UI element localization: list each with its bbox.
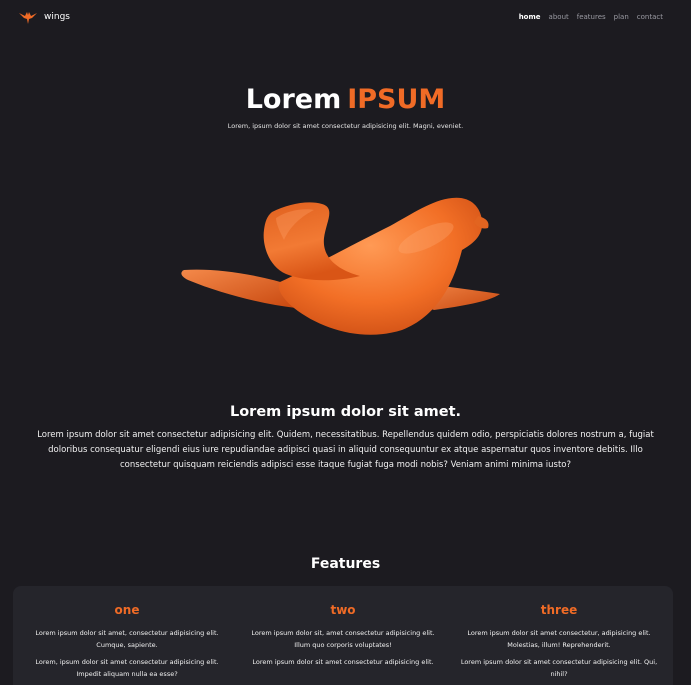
nav-link-contact[interactable]: contact [637, 13, 663, 21]
nav-links: home about features plan contact [519, 13, 663, 21]
features-panel: one Lorem ipsum dolor sit amet, consecte… [13, 586, 673, 685]
nav-link-features[interactable]: features [577, 13, 606, 21]
nav-link-plan[interactable]: plan [614, 13, 629, 21]
feature-text: Lorem ipsum dolor sit amet, consectetur … [35, 629, 219, 649]
feature-name: one [114, 603, 140, 617]
feature-card-three: three Lorem ipsum dolor sit amet consect… [459, 586, 659, 685]
feature-name: two [330, 603, 356, 617]
brand[interactable]: wings [18, 9, 70, 25]
features-title: Features [310, 556, 381, 572]
feature-text: Lorem ipsum dolor sit amet consectetur, … [467, 629, 651, 649]
feature-text: Lorem, ipsum dolor sit amet consectetur … [35, 658, 219, 678]
hero-title-main: Lorem [245, 84, 342, 115]
hero-subtitle: Lorem, ipsum dolor sit amet consectetur … [227, 122, 464, 130]
feature-card-two: two Lorem ipsum dolor sit, amet consecte… [243, 586, 443, 685]
feature-name: three [540, 603, 578, 617]
orange-bird-illustration [181, 197, 500, 335]
feature-text: Lorem ipsum dolor sit, amet consectetur … [251, 629, 435, 649]
brand-name: wings [44, 12, 70, 22]
hero-title-accent: IPSUM [347, 84, 446, 115]
navbar: wings home about features plan contact [0, 0, 691, 34]
feature-card-one: one Lorem ipsum dolor sit amet, consecte… [27, 586, 227, 685]
nav-link-home[interactable]: home [519, 13, 541, 21]
bird-logo-icon [19, 12, 37, 24]
about-title: Lorem ipsum dolor sit amet. [229, 404, 462, 420]
about-text: Lorem ipsum dolor sit amet consectetur a… [37, 430, 654, 470]
feature-text: Lorem ipsum dolor sit amet consectetur a… [252, 658, 434, 666]
nav-link-about[interactable]: about [549, 13, 569, 21]
hero-title: Lorem IPSUM [0, 84, 691, 115]
feature-text: Lorem ipsum dolor sit amet consectetur a… [460, 658, 658, 678]
